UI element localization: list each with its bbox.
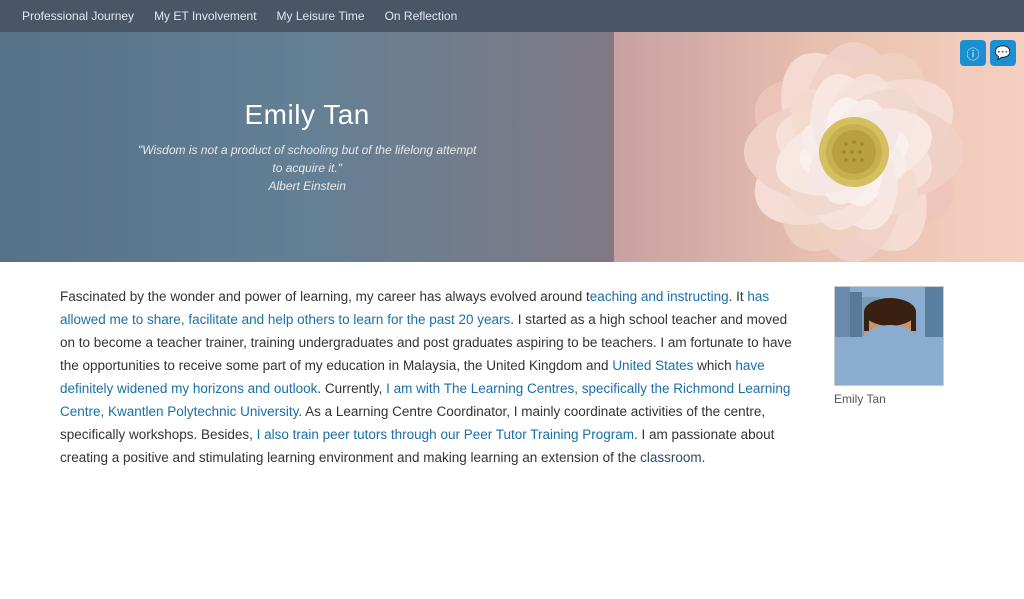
profile-photo (834, 286, 944, 386)
hero-content: Emily Tan "Wisdom is not a product of sc… (137, 99, 477, 195)
hero-quote: "Wisdom is not a product of schooling bu… (137, 141, 477, 195)
nav-leisure-time[interactable]: My Leisure Time (267, 9, 375, 23)
nav-et-involvement[interactable]: My ET Involvement (144, 9, 266, 23)
profile-section: Emily Tan (834, 286, 964, 470)
hero-banner: Emily Tan "Wisdom is not a product of sc… (0, 32, 1024, 262)
bio-text: Fascinated by the wonder and power of le… (60, 286, 794, 470)
info-icon-button[interactable]: ⓘ (960, 40, 986, 66)
chat-icon-button[interactable]: 💬 (990, 40, 1016, 66)
highlight-teaching: eaching and instructing (590, 289, 729, 304)
highlight-train: I also train peer tutors through our Pee… (257, 427, 634, 442)
flower-decoration (574, 32, 1024, 262)
nav-on-reflection[interactable]: On Reflection (375, 9, 468, 23)
nav-professional-journey[interactable]: Professional Journey (12, 9, 144, 23)
highlight-classroom: classroom (640, 450, 702, 465)
highlight-us: United States (612, 358, 693, 373)
main-content: Fascinated by the wonder and power of le… (0, 262, 1024, 500)
navigation: Professional Journey My ET Involvement M… (0, 0, 1024, 32)
page-title: Emily Tan (137, 99, 477, 131)
top-icons: ⓘ 💬 (960, 40, 1016, 66)
profile-caption: Emily Tan (834, 392, 964, 406)
